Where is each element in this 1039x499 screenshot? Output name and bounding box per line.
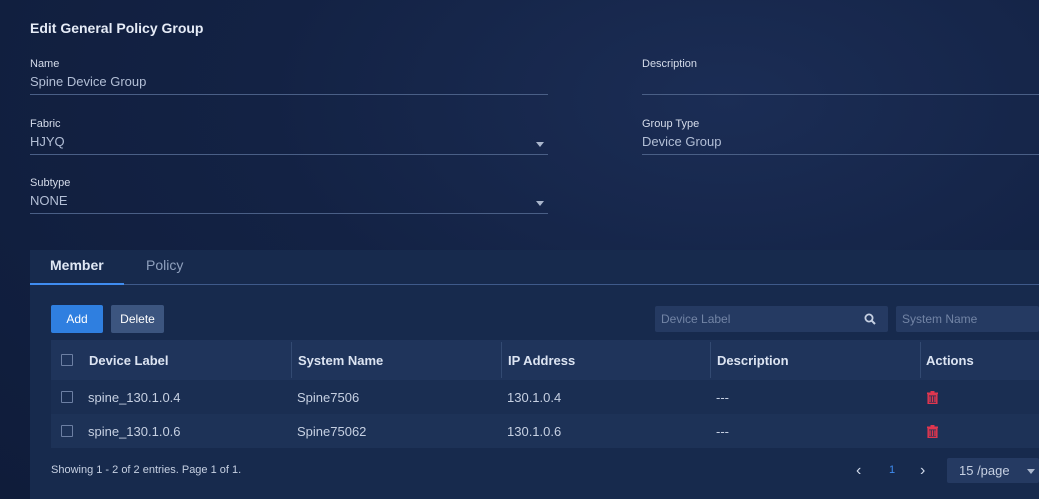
description-input[interactable] [642, 74, 1039, 92]
cell-system-name: Spine75062 [297, 423, 367, 439]
chevron-down-icon[interactable] [536, 201, 544, 206]
cell-actions [927, 380, 938, 414]
description-field[interactable]: Description [642, 58, 1039, 95]
name-label: Name [30, 58, 60, 70]
subtype-underline [30, 213, 548, 214]
search-icon[interactable] [864, 313, 876, 325]
fabric-select[interactable]: Fabric HJYQ [30, 118, 548, 155]
column-divider [501, 342, 502, 378]
subtype-select[interactable]: Subtype NONE [30, 177, 548, 214]
tab-policy[interactable]: Policy [146, 250, 183, 284]
group-type-value: Device Group [642, 134, 722, 149]
column-header-device-label[interactable]: Device Label [89, 340, 169, 380]
fabric-value[interactable]: HJYQ [30, 134, 548, 152]
page-title: Edit General Policy Group [30, 20, 204, 36]
subtype-label: Subtype [30, 177, 71, 189]
page-size-value: 15 /page [959, 463, 1010, 478]
column-divider [710, 342, 711, 378]
column-divider [920, 342, 921, 378]
chevron-down-icon[interactable] [536, 142, 544, 147]
member-panel: Member Policy Add Delete Device Label Sy… [30, 250, 1039, 499]
trash-icon[interactable] [927, 390, 938, 404]
fabric-label: Fabric [30, 118, 61, 130]
page-size-select[interactable]: 15 /page [947, 458, 1039, 483]
row-checkbox[interactable] [61, 391, 73, 403]
delete-button[interactable]: Delete [111, 305, 164, 333]
cell-ip-address: 130.1.0.6 [507, 423, 562, 439]
column-header-actions: Actions [926, 352, 974, 368]
select-all-checkbox[interactable] [61, 354, 73, 366]
pagination-summary: Showing 1 - 2 of 2 entries. Page 1 of 1. [51, 464, 242, 476]
add-button[interactable]: Add [51, 305, 103, 333]
system-name-placeholder: System Name [902, 312, 978, 326]
fabric-underline [30, 154, 548, 155]
trash-icon[interactable] [927, 424, 938, 438]
cell-system-name: Spine7506 [297, 389, 360, 405]
row-checkbox-cell [61, 380, 73, 414]
tab-policy-label: Policy [146, 257, 184, 273]
tab-bar: Member Policy [30, 250, 1039, 285]
group-type-underline [642, 154, 1039, 155]
tab-member[interactable]: Member [30, 250, 124, 285]
cell-device-label: spine_130.1.0.6 [88, 423, 181, 439]
name-input[interactable]: Spine Device Group [30, 74, 548, 92]
row-checkbox-cell [61, 414, 73, 448]
tab-member-label: Member [50, 257, 104, 273]
name-underline [30, 94, 548, 95]
tab-active-underline [30, 283, 124, 285]
cell-actions [927, 414, 938, 448]
page-number[interactable]: 1 [889, 464, 895, 476]
group-type-field: Group Type Device Group [642, 118, 1039, 155]
column-header-ip-address[interactable]: IP Address [508, 340, 575, 380]
chevron-right-icon[interactable]: › [920, 462, 925, 480]
column-header-description[interactable]: Description [717, 340, 789, 380]
description-underline [642, 94, 1039, 95]
system-name-search-input[interactable]: System Name [896, 306, 1039, 332]
description-label: Description [642, 58, 698, 70]
header-select-all-cell [61, 340, 73, 380]
column-header-system-name[interactable]: System Name [298, 340, 383, 380]
table-row[interactable]: spine_130.1.0.4 Spine7506 130.1.0.4 --- [51, 380, 1039, 414]
column-divider [291, 342, 292, 378]
cell-device-label: spine_130.1.0.4 [88, 389, 181, 405]
subtype-value[interactable]: NONE [30, 193, 548, 211]
group-type-label: Group Type [642, 118, 700, 130]
cell-ip-address: 130.1.0.4 [507, 389, 562, 405]
device-label-placeholder: Device Label [661, 312, 731, 326]
chevron-left-icon[interactable]: ‹ [856, 462, 861, 480]
cell-description: --- [716, 389, 729, 405]
table-header: Device Label System Name IP Address Desc… [51, 340, 1039, 380]
cell-description: --- [716, 423, 729, 439]
chevron-down-icon[interactable] [1027, 469, 1035, 474]
row-checkbox[interactable] [61, 425, 73, 437]
device-label-search-input[interactable]: Device Label [655, 306, 888, 332]
name-field[interactable]: Name Spine Device Group [30, 58, 548, 95]
table-row[interactable]: spine_130.1.0.6 Spine75062 130.1.0.6 --- [51, 414, 1039, 448]
